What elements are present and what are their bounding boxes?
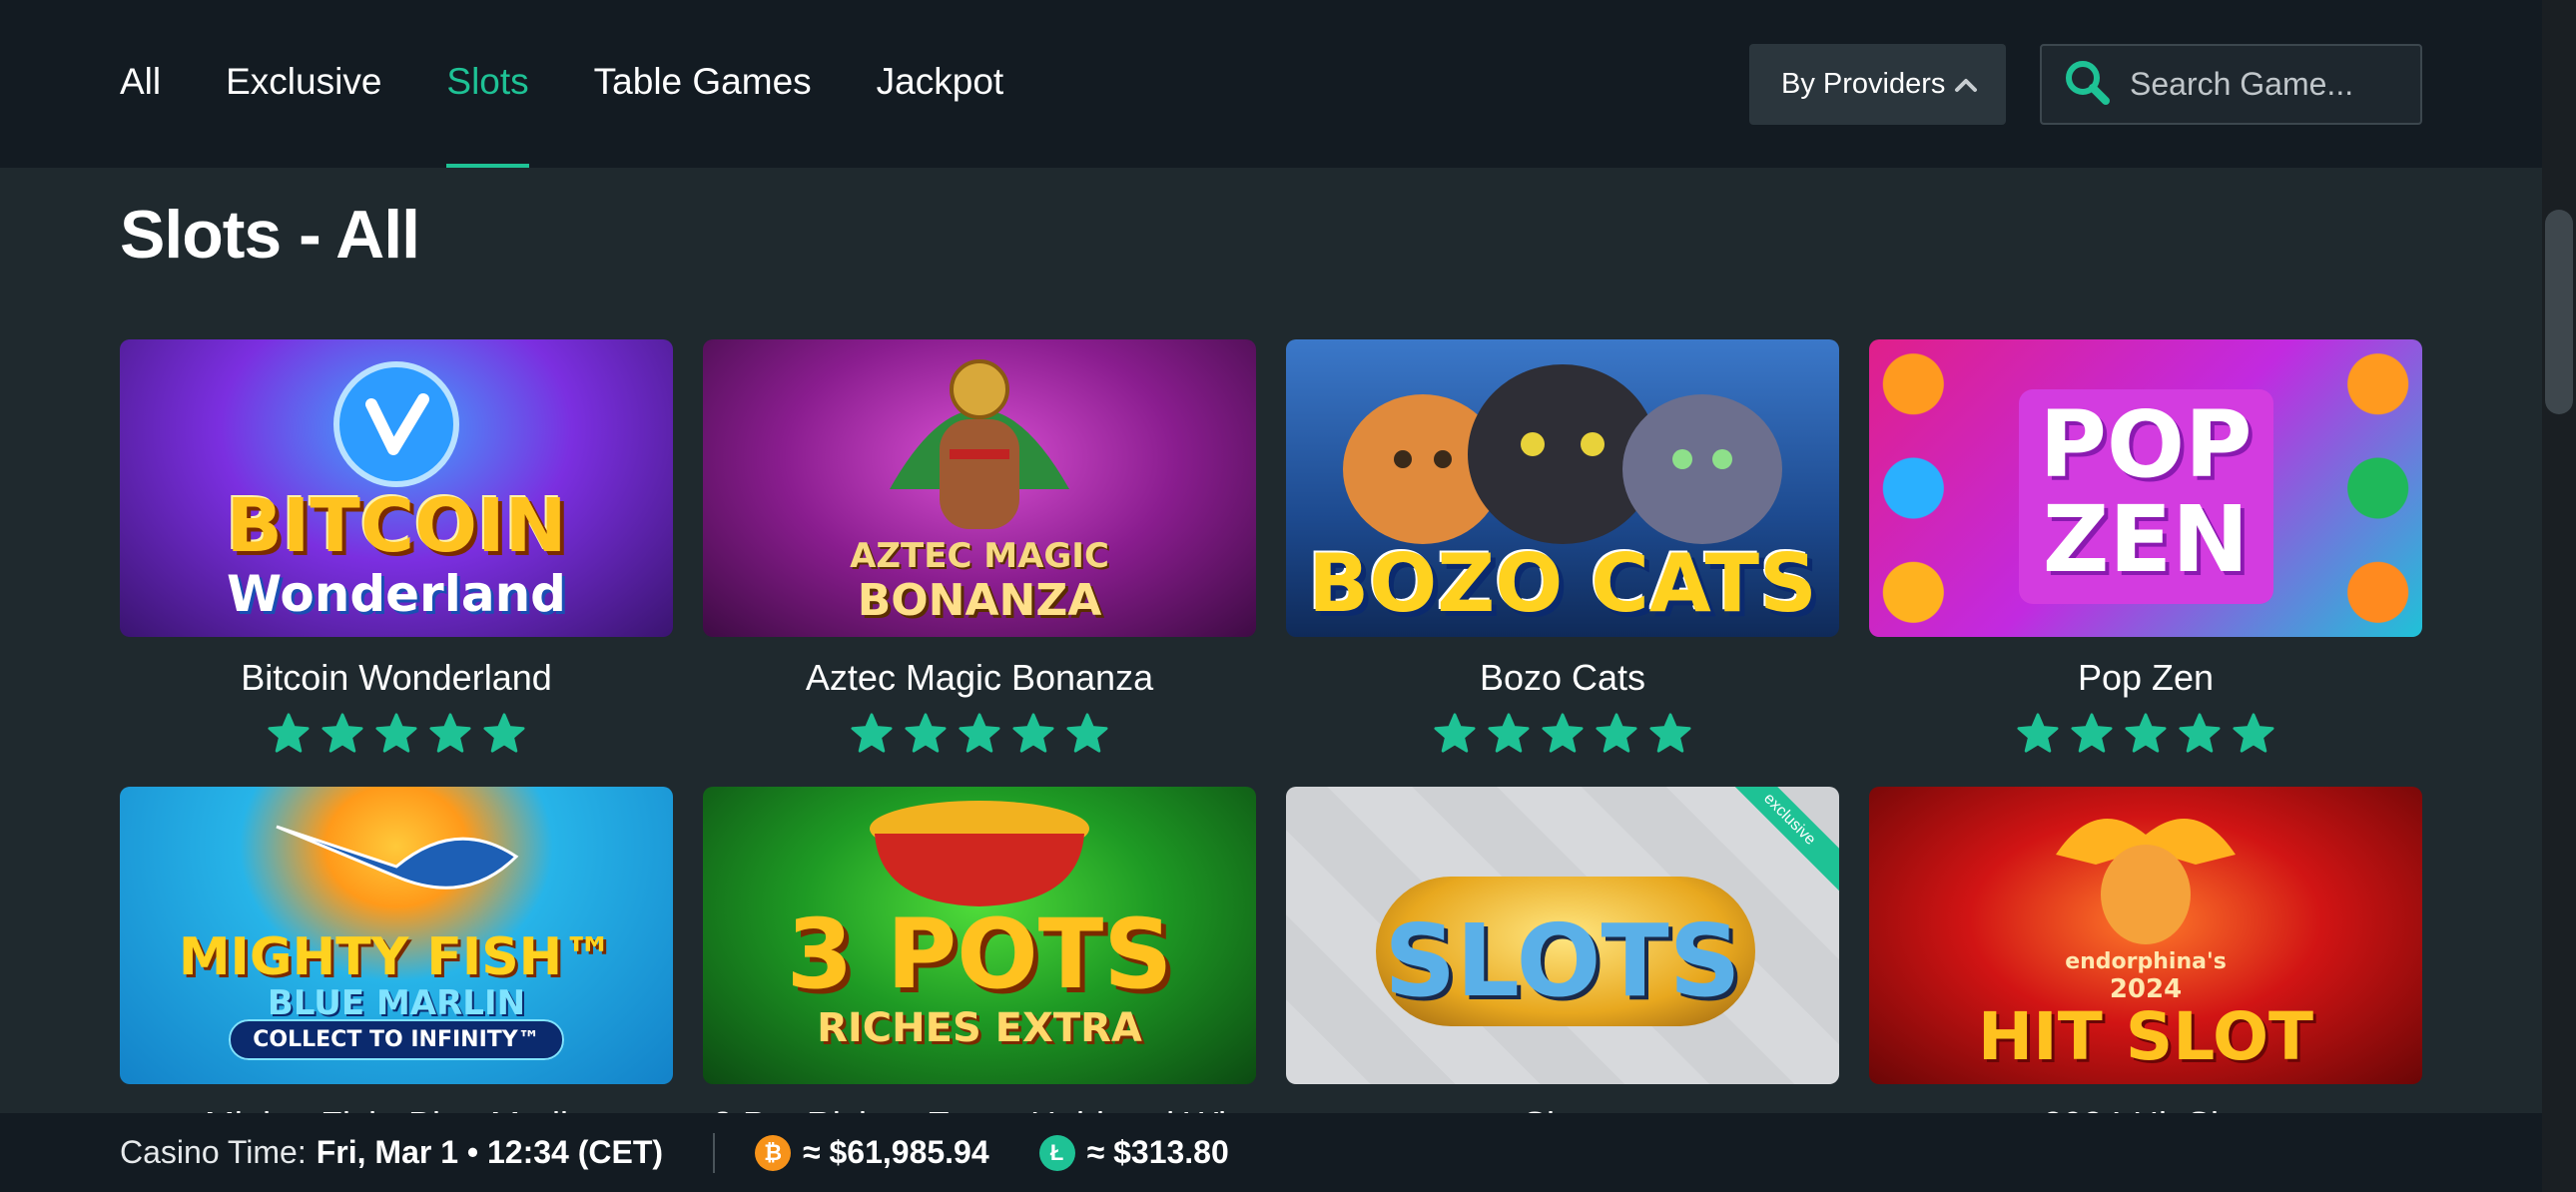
star-icon bbox=[1596, 713, 1637, 753]
bitcoin-icon: ₿ bbox=[755, 1134, 792, 1171]
art-line-1: BOZO CATS bbox=[1308, 537, 1817, 630]
providers-label: By Providers bbox=[1781, 68, 1946, 100]
game-card-pop-zen[interactable]: POP ZEN Pop Zen bbox=[1869, 339, 2422, 755]
art-line-1: POP bbox=[2039, 391, 2253, 498]
marlin-illustration bbox=[276, 825, 519, 890]
art-line-2: BONANZA bbox=[857, 575, 1102, 626]
footer-divider bbox=[713, 1132, 716, 1173]
chevron-up-icon bbox=[1954, 72, 1978, 105]
star-icon bbox=[959, 713, 1000, 753]
art-line-1: endorphina's bbox=[2065, 949, 2227, 974]
top-nav-bar: All Exclusive Slots Table Games Jackpot … bbox=[0, 0, 2542, 168]
game-thumbnail[interactable]: AZTEC MAGIC BONANZA bbox=[703, 339, 1256, 637]
game-title[interactable]: Aztec Magic Bonanza bbox=[703, 657, 1256, 699]
star-icon bbox=[905, 713, 947, 753]
star-icon bbox=[1066, 713, 1108, 753]
rating-stars bbox=[120, 713, 673, 755]
game-title[interactable]: Pop Zen bbox=[1869, 657, 2422, 699]
tab-slots[interactable]: Slots bbox=[446, 0, 529, 168]
game-thumbnail[interactable]: exclusive SLOTS bbox=[1286, 787, 1839, 1084]
rating-stars bbox=[1286, 713, 1839, 755]
tab-table-games[interactable]: Table Games bbox=[594, 0, 812, 168]
art-line-1: MIGHTY FISH™ bbox=[178, 927, 615, 987]
aztec-chief-illustration bbox=[890, 359, 1069, 529]
star-icon bbox=[1542, 713, 1584, 753]
search-box[interactable] bbox=[2040, 44, 2422, 125]
star-icon bbox=[429, 713, 471, 753]
game-thumbnail[interactable]: BOZO CATS bbox=[1286, 339, 1839, 637]
ltc-price: ≈ $313.80 bbox=[1086, 1134, 1229, 1170]
art-line-2: RICHES EXTRA bbox=[817, 1005, 1142, 1051]
scrollbar-track[interactable] bbox=[2542, 0, 2576, 1192]
search-input[interactable] bbox=[2130, 66, 2419, 103]
star-icon bbox=[322, 713, 363, 753]
game-thumbnail[interactable]: BITCOIN Wonderland bbox=[120, 339, 673, 637]
gold-pot-illustration bbox=[870, 801, 1089, 906]
tab-all[interactable]: All bbox=[120, 0, 161, 168]
casino-time-value: Fri, Mar 1 • 12:34 (CET) bbox=[316, 1134, 664, 1170]
game-thumbnail[interactable]: MIGHTY FISH™ BLUE MARLIN COLLECT TO INFI… bbox=[120, 787, 673, 1084]
game-card-2024-hit-slot[interactable]: endorphina's 2024 HIT SLOT 2024 Hit Slot bbox=[1869, 787, 2422, 1146]
art-line-2: Wonderland bbox=[227, 565, 566, 623]
rating-stars bbox=[1869, 713, 2422, 755]
game-card-mighty-fish[interactable]: MIGHTY FISH™ BLUE MARLIN COLLECT TO INFI… bbox=[120, 787, 673, 1146]
game-card-3-pot-riches[interactable]: 3 POTS RICHES EXTRA 3 Pot Riches Extra: … bbox=[703, 787, 1256, 1146]
art-line-2: BLUE MARLIN bbox=[267, 983, 526, 1023]
cats-illustration bbox=[1343, 364, 1782, 544]
star-icon bbox=[2071, 713, 2113, 753]
game-card-bitcoin-wonderland[interactable]: BITCOIN Wonderland Bitcoin Wonderland bbox=[120, 339, 673, 755]
tab-exclusive[interactable]: Exclusive bbox=[226, 0, 381, 168]
rating-stars bbox=[703, 713, 1256, 755]
game-title[interactable]: Bozo Cats bbox=[1286, 657, 1839, 699]
art-line-1: SLOTS bbox=[1384, 902, 1741, 1019]
game-title[interactable]: Bitcoin Wonderland bbox=[120, 657, 673, 699]
star-icon bbox=[2179, 713, 2221, 753]
star-icon bbox=[2125, 713, 2167, 753]
game-card-slots[interactable]: exclusive SLOTS Slots bbox=[1286, 787, 1839, 1146]
art-line-3: COLLECT TO INFINITY™ bbox=[229, 1019, 564, 1060]
page-title: Slots - All bbox=[120, 197, 420, 273]
art-line-1: BITCOIN bbox=[226, 483, 567, 569]
star-icon bbox=[1012, 713, 1054, 753]
star-icon bbox=[483, 713, 525, 753]
star-icon bbox=[2017, 713, 2059, 753]
btc-price: ≈ $61,985.94 bbox=[803, 1134, 989, 1170]
star-icon bbox=[1488, 713, 1530, 753]
star-icon bbox=[1434, 713, 1476, 753]
bitcoin-coin-icon bbox=[333, 361, 459, 487]
exclusive-badge: exclusive bbox=[1714, 787, 1839, 894]
art-line-2: ZEN bbox=[2042, 486, 2250, 593]
art-line-1: 3 POTS bbox=[786, 898, 1173, 1010]
star-icon bbox=[1649, 713, 1691, 753]
game-thumbnail[interactable]: POP ZEN bbox=[1869, 339, 2422, 637]
category-tabs: All Exclusive Slots Table Games Jackpot bbox=[120, 0, 1068, 168]
scrollbar-thumb[interactable] bbox=[2545, 210, 2573, 414]
footer-bar: Casino Time: Fri, Mar 1 • 12:34 (CET) ₿ … bbox=[0, 1113, 2542, 1192]
game-thumbnail[interactable]: 3 POTS RICHES EXTRA bbox=[703, 787, 1256, 1084]
game-card-bozo-cats[interactable]: BOZO CATS Bozo Cats bbox=[1286, 339, 1839, 755]
star-icon bbox=[851, 713, 893, 753]
jester-illustration bbox=[2056, 819, 2236, 944]
providers-dropdown[interactable]: By Providers bbox=[1749, 44, 2006, 125]
art-line-3: HIT SLOT bbox=[1977, 998, 2314, 1075]
casino-time-label: Casino Time: bbox=[120, 1134, 307, 1170]
star-icon bbox=[268, 713, 310, 753]
tab-jackpot[interactable]: Jackpot bbox=[877, 0, 1004, 168]
game-thumbnail[interactable]: endorphina's 2024 HIT SLOT bbox=[1869, 787, 2422, 1084]
game-card-aztec-magic-bonanza[interactable]: AZTEC MAGIC BONANZA Aztec Magic Bonanza bbox=[703, 339, 1256, 755]
star-icon bbox=[2233, 713, 2274, 753]
litecoin-icon: Ł bbox=[1038, 1134, 1075, 1171]
star-icon bbox=[375, 713, 417, 753]
search-icon bbox=[2062, 57, 2112, 112]
art-line-1: AZTEC MAGIC bbox=[850, 536, 1109, 576]
